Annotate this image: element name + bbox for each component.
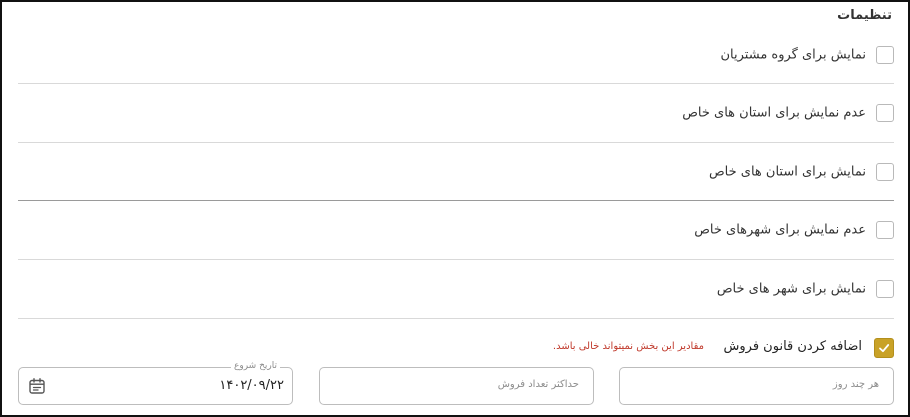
- max-sales-placeholder: حداکثر تعداد فروش: [497, 379, 579, 390]
- option-label: نمایش برای شهر های خاص: [716, 281, 866, 297]
- option-exclude-provinces[interactable]: عدم نمایش برای استان های خاص: [18, 84, 894, 142]
- max-sales-input[interactable]: حداکثر تعداد فروش: [319, 367, 594, 405]
- option-label: نمایش برای استان های خاص: [708, 164, 866, 180]
- option-exclude-cities[interactable]: عدم نمایش برای شهرهای خاص: [18, 201, 894, 259]
- start-date-label: تاریخ شروع: [231, 361, 280, 371]
- sales-rule-label: اضافه کردن قانون فروش: [723, 339, 862, 354]
- option-customer-groups[interactable]: نمایش برای گروه مشتریان: [18, 26, 894, 84]
- checkbox-include-provinces[interactable]: [876, 163, 894, 181]
- checkbox-customer-groups[interactable]: [876, 46, 894, 64]
- start-date-value: ۱۴۰۲/۰۹/۲۲: [219, 378, 284, 393]
- sales-rule-row: اضافه کردن قانون فروش مقادیر این بخش نمی…: [18, 334, 894, 358]
- option-label: عدم نمایش برای استان های خاص: [682, 105, 866, 121]
- option-include-provinces[interactable]: نمایش برای استان های خاص: [18, 143, 894, 201]
- checkbox-include-cities[interactable]: [876, 280, 894, 298]
- calendar-icon[interactable]: [28, 377, 46, 395]
- sales-rule-error: مقادیر این بخش نمیتواند خالی باشد.: [552, 341, 704, 352]
- option-include-cities[interactable]: نمایش برای شهر های خاص: [18, 260, 894, 318]
- option-label: عدم نمایش برای شهرهای خاص: [694, 222, 866, 238]
- divider: [18, 318, 894, 319]
- option-label: نمایش برای گروه مشتریان: [720, 47, 867, 63]
- settings-panel: تنظیمات نمایش برای گروه مشتریان عدم نمای…: [0, 0, 910, 417]
- checkbox-exclude-cities[interactable]: [876, 221, 894, 239]
- checkbox-sales-rule[interactable]: [874, 338, 894, 358]
- every-days-placeholder: هر چند روز: [832, 379, 879, 390]
- checkbox-exclude-provinces[interactable]: [876, 104, 894, 122]
- panel-title: تنظیمات: [837, 8, 892, 23]
- start-date-input[interactable]: تاریخ شروع ۱۴۰۲/۰۹/۲۲: [18, 361, 293, 405]
- every-days-input[interactable]: هر چند روز: [619, 367, 894, 405]
- check-icon: [879, 344, 890, 353]
